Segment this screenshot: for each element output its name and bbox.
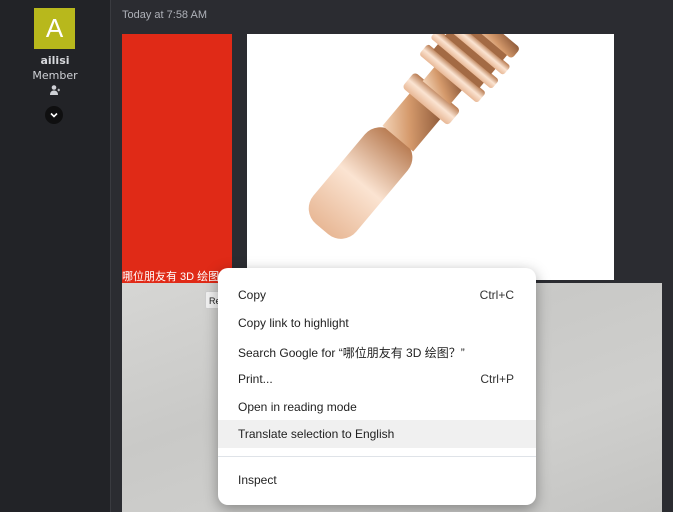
expand-button[interactable] [45, 106, 63, 124]
menu-item-label: Search Google for “哪位朋友有 3D 绘图？” [238, 346, 465, 360]
avatar[interactable]: A [34, 8, 75, 49]
message-timestamp: Today at 7:58 AM [122, 9, 207, 21]
user-icon [50, 85, 60, 95]
context-menu: Copy Ctrl+C Copy link to highlight Searc… [218, 268, 536, 505]
menu-item-copy[interactable]: Copy Ctrl+C [218, 281, 536, 309]
username[interactable]: ailisi [0, 54, 110, 67]
red-image-caption: 哪位朋友有 3D 绘图 [122, 271, 220, 283]
menu-item-reading-mode[interactable]: Open in reading mode [218, 393, 536, 421]
menu-item-label: Open in reading mode [238, 400, 357, 414]
menu-item-label: Copy link to highlight [238, 316, 349, 330]
menu-item-translate-selection[interactable]: Translate selection to English [218, 420, 536, 448]
chevron-down-icon [50, 112, 58, 118]
menu-item-label: Print... [238, 372, 273, 386]
menu-item-inspect[interactable]: Inspect [218, 466, 536, 494]
menu-item-print[interactable]: Print... Ctrl+P [218, 365, 536, 393]
user-sidebar: A ailisi Member [0, 0, 111, 512]
menu-separator [218, 456, 536, 457]
menu-item-label: Inspect [238, 473, 277, 487]
menu-item-label: Copy [238, 288, 267, 302]
red-image-attachment[interactable] [122, 34, 232, 283]
menu-item-copy-link-to-highlight[interactable]: Copy link to highlight [218, 309, 536, 337]
menu-item-shortcut: Ctrl+C [479, 288, 514, 302]
menu-item-search-google[interactable]: Search Google for “哪位朋友有 3D 绘图？” [218, 337, 536, 365]
product-image[interactable] [247, 3, 614, 280]
user-role: Member [32, 69, 78, 82]
menu-item-shortcut: Ctrl+P [480, 372, 514, 386]
nozzle-illustration [308, 3, 519, 239]
menu-item-label: Translate selection to English [238, 427, 395, 441]
